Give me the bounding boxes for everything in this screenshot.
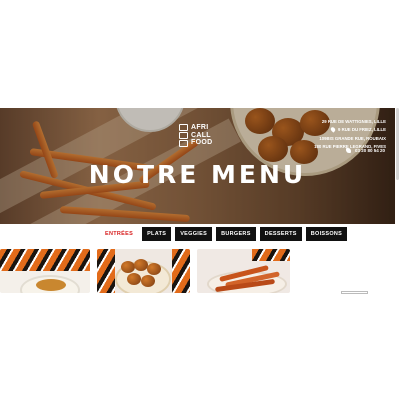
menu-item-card[interactable] — [97, 249, 190, 293]
phone-number: 03 20 80 54 20 — [355, 148, 386, 153]
logo-line-3: FOOD — [191, 139, 213, 146]
page-scrollbar[interactable] — [396, 108, 399, 180]
logo-icon — [179, 124, 188, 147]
location-item[interactable]: 109BIS GRANDE RUE, ROUBAIX — [314, 134, 386, 143]
locations-list: 29 RUE DE WATTIGNIES, LILLE 9 RUE DU FRI… — [309, 117, 386, 151]
phone-icon — [346, 148, 351, 153]
location-text: 29 RUE DE WATTIGNIES, LILLE — [321, 118, 386, 124]
logo-line-1: AFRI — [191, 124, 209, 131]
tab-veggies[interactable]: VEGGIES — [175, 227, 213, 241]
location-text: 9 RUE DU FRIEZ, LILLE — [338, 127, 386, 133]
tab-burgers[interactable]: BURGERS — [216, 227, 256, 241]
logo-line-2: CALL — [191, 131, 211, 139]
menu-category-tabs: ENTRÉES PLATS VEGGIES BURGERS DESSERTS B… — [100, 227, 348, 241]
menu-item-card[interactable] — [0, 249, 90, 293]
phone-contact[interactable]: 03 20 80 54 20 — [346, 148, 385, 153]
tab-plats[interactable]: PLATS — [142, 227, 172, 241]
blank-header-area — [0, 0, 400, 108]
tab-entrees[interactable]: ENTRÉES — [100, 227, 138, 241]
wax-pattern-image — [0, 249, 90, 271]
tab-boissons[interactable]: BOISSONS — [305, 227, 348, 241]
location-pin-icon — [329, 126, 337, 133]
horizontal-scroll-indicator[interactable] — [341, 291, 368, 294]
menu-items-grid — [0, 249, 400, 293]
tab-desserts[interactable]: DESSERTS — [259, 227, 302, 241]
location-item[interactable]: 9 RUE DU FRIEZ, LILLE — [320, 126, 386, 135]
menu-item-card[interactable] — [197, 249, 290, 293]
page-title: NOTRE MENU — [88, 160, 307, 189]
location-text: 109BIS GRANDE RUE, ROUBAIX — [319, 135, 386, 141]
location-item[interactable]: 29 RUE DE WATTIGNIES, LILLE — [317, 117, 386, 126]
afri-call-food-logo[interactable]: AFRI CALL FOOD — [179, 124, 212, 147]
